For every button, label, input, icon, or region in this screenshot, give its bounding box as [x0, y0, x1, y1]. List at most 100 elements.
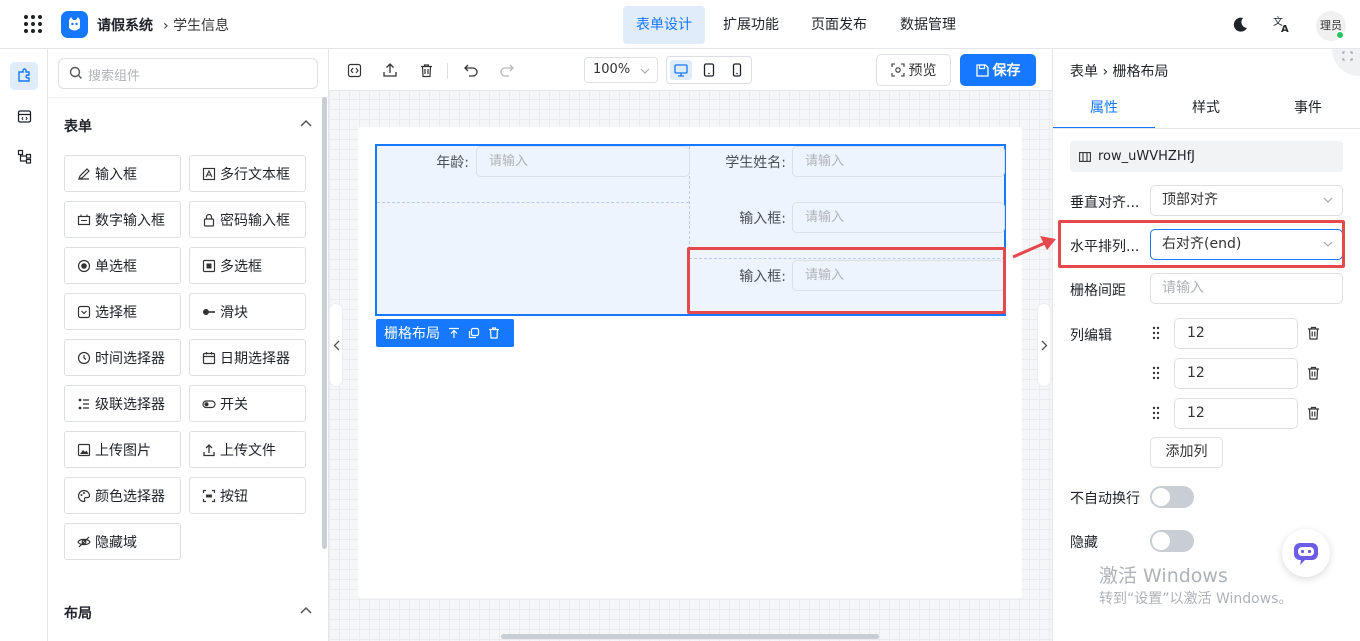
image-icon — [77, 443, 91, 457]
component-checkbox-button[interactable]: 多选框 — [189, 247, 306, 284]
add-column-button[interactable]: 添加列 — [1150, 437, 1223, 468]
online-status-dot — [1336, 31, 1344, 39]
watermark-title: 激活 Windows — [1099, 565, 1228, 587]
component-upload-button[interactable]: 上传文件 — [189, 431, 306, 468]
collapse-left-toggle[interactable] — [329, 303, 343, 387]
row-id-field: row_uWVHZHfJ — [1070, 141, 1343, 172]
component-lock-button[interactable]: 密码输入框 — [189, 201, 306, 238]
trash-icon[interactable] — [416, 60, 436, 80]
component-textarea-button[interactable]: 多行文本框 — [189, 155, 306, 192]
drag-handle-icon[interactable] — [1152, 366, 1160, 380]
tab-data-manage[interactable]: 数据管理 — [887, 6, 969, 44]
component-button-button[interactable]: 按钮 — [189, 477, 306, 514]
desktop-icon[interactable] — [670, 60, 692, 80]
drag-handle-icon[interactable] — [1152, 406, 1160, 420]
trash-icon[interactable] — [1307, 406, 1320, 420]
template-icon[interactable] — [10, 102, 38, 130]
lock-icon — [202, 213, 216, 227]
tab-publish[interactable]: 页面发布 — [798, 6, 880, 44]
age-input[interactable]: 请输入 — [476, 146, 690, 177]
hidden-toggle[interactable] — [1150, 530, 1194, 552]
undo-icon[interactable] — [461, 60, 481, 80]
component-cascader-button[interactable]: 级联选择器 — [64, 385, 181, 422]
column-span-input[interactable]: 12 — [1174, 398, 1298, 429]
columns-icon — [1079, 152, 1091, 162]
preview-icon — [890, 63, 905, 77]
clock-icon — [77, 351, 91, 365]
save-button[interactable]: 保存 — [960, 54, 1036, 86]
tab-events[interactable]: 事件 — [1257, 93, 1359, 129]
pencil-icon — [77, 167, 91, 181]
search-icon — [69, 66, 83, 80]
columns-edit-label: 列编辑 — [1070, 328, 1112, 344]
fullscreen-icon[interactable] — [1332, 49, 1360, 76]
row-id-value: row_uWVHZHfJ — [1098, 149, 1195, 164]
component-calendar-button[interactable]: 日期选择器 — [189, 339, 306, 376]
chevron-up-icon[interactable] — [300, 119, 312, 127]
tab-extensions[interactable]: 扩展功能 — [710, 6, 792, 44]
hidden-label: 隐藏 — [1070, 535, 1098, 551]
component-palette-button[interactable]: 颜色选择器 — [64, 477, 181, 514]
moon-icon[interactable] — [1232, 16, 1249, 33]
component-switch-button[interactable]: 开关 — [189, 385, 306, 422]
drag-handle-icon[interactable] — [1152, 326, 1160, 340]
app-logo-icon — [61, 11, 88, 38]
student-name-input[interactable]: 请输入 — [792, 146, 1005, 177]
grid-row-tag-label: 栅格布局 — [384, 326, 440, 342]
select-icon — [77, 305, 91, 319]
collapse-right-toggle[interactable] — [1037, 303, 1051, 387]
property-breadcrumb: 表单 › 栅格布局 — [1070, 61, 1169, 81]
component-label: 级联选择器 — [95, 396, 165, 413]
tab-form-design[interactable]: 表单设计 — [623, 6, 705, 44]
column-span-input[interactable]: 12 — [1174, 318, 1298, 349]
component-eye-off-button[interactable]: 隐藏域 — [64, 523, 181, 560]
component-select-button[interactable]: 选择框 — [64, 293, 181, 330]
chevron-right-icon: › — [163, 18, 169, 34]
preview-button[interactable]: 预览 — [876, 54, 951, 86]
canvas-h-scrollbar[interactable] — [501, 634, 879, 639]
breadcrumb-form[interactable]: 表单 — [1070, 64, 1098, 80]
code-icon[interactable] — [344, 60, 364, 80]
component-label: 多行文本框 — [220, 166, 290, 183]
scrollbar[interactable] — [322, 97, 327, 549]
trash-icon[interactable] — [1307, 366, 1320, 380]
chatbot-icon[interactable] — [1282, 529, 1330, 577]
input1-field[interactable]: 请输入 — [792, 202, 1005, 233]
component-label: 开关 — [220, 396, 248, 413]
delete-icon[interactable] — [488, 327, 500, 339]
eye-off-icon — [77, 535, 91, 549]
highlight-box-column — [687, 247, 1006, 314]
move-top-icon[interactable] — [448, 327, 460, 339]
import-icon[interactable] — [380, 60, 400, 80]
checkbox-icon — [202, 259, 216, 273]
component-radio-button[interactable]: 单选框 — [64, 247, 181, 284]
component-label: 数字输入框 — [95, 212, 165, 229]
component-number-button[interactable]: 数字输入框 — [64, 201, 181, 238]
no-wrap-toggle[interactable] — [1150, 486, 1194, 508]
trash-icon[interactable] — [1307, 326, 1320, 340]
component-slider-button[interactable]: 滑块 — [189, 293, 306, 330]
copy-icon[interactable] — [468, 327, 480, 339]
tab-properties[interactable]: 属性 — [1053, 93, 1155, 129]
apps-grid-icon[interactable] — [24, 15, 43, 34]
redo-icon[interactable] — [497, 60, 517, 80]
component-clock-button[interactable]: 时间选择器 — [64, 339, 181, 376]
student-name-label: 学生姓名: — [725, 155, 786, 171]
app-title: 请假系统 — [97, 18, 153, 34]
watermark-subtitle: 转到“设置”以激活 Windows。 — [1099, 591, 1293, 607]
mobile-icon[interactable] — [726, 60, 748, 80]
outline-icon[interactable] — [10, 142, 38, 170]
gutter-input[interactable]: 请输入 — [1150, 273, 1343, 304]
vertical-align-select[interactable]: 顶部对齐 — [1150, 185, 1343, 216]
component-pencil-button[interactable]: 输入框 — [64, 155, 181, 192]
tablet-icon[interactable] — [698, 60, 720, 80]
breadcrumb[interactable]: › 学生信息 — [163, 15, 229, 35]
column-span-input[interactable]: 12 — [1174, 358, 1298, 389]
translate-icon[interactable]: 文A — [1273, 15, 1291, 33]
form-section-title: 表单 — [64, 119, 92, 135]
component-label: 日期选择器 — [220, 350, 290, 367]
components-icon[interactable] — [10, 62, 38, 90]
tab-style[interactable]: 样式 — [1155, 93, 1257, 129]
component-image-button[interactable]: 上传图片 — [64, 431, 181, 468]
chevron-up-icon[interactable] — [300, 606, 312, 614]
